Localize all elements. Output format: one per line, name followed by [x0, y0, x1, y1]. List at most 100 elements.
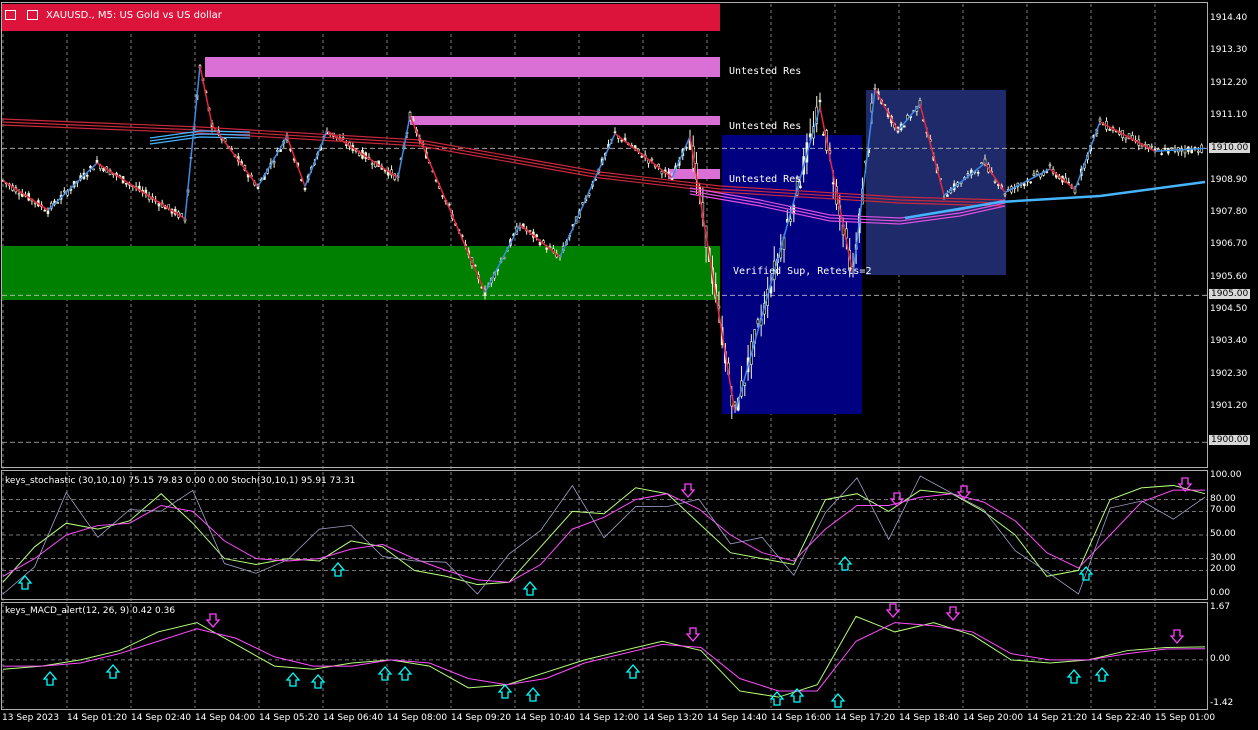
time-label: 14 Sep 12:00 [579, 713, 640, 723]
candle-body [102, 168, 105, 172]
untested-res-zone-1 [205, 57, 720, 77]
candle-body [1035, 171, 1039, 175]
price-tick: 1914.40 [1210, 13, 1248, 23]
chart-canvas[interactable] [0, 0, 1258, 730]
ma-blue-short-2 [149, 136, 251, 145]
price-tick: 1905.60 [1210, 271, 1248, 282]
candle-body [993, 180, 997, 183]
candle-body [667, 171, 670, 174]
candle-body [538, 241, 542, 246]
time-label: 14 Sep 08:00 [387, 713, 448, 723]
stoch-down-arrow [1177, 477, 1193, 492]
macd-up-arrow [310, 674, 326, 689]
time-label: 15 Sep 01:00 [1155, 713, 1216, 723]
time-label: 14 Sep 01:20 [67, 713, 128, 723]
untested-res-label-2: Untested Res [729, 121, 802, 132]
time-label: 14 Sep 13:20 [643, 713, 704, 723]
candle-body [902, 125, 906, 128]
untested-res-label-3: Untested Res [729, 174, 802, 185]
candle-body [1022, 183, 1026, 187]
macd-up-arrow [769, 691, 785, 706]
zigzag-down-leg [2, 180, 49, 211]
candle-body [831, 182, 835, 185]
stoch-tick: 100.00 [1210, 470, 1242, 480]
stoch-signal-line [2, 489, 1205, 583]
macd-down-arrow [945, 606, 961, 621]
chart-window-icon [5, 10, 16, 20]
time-label: 14 Sep 05:20 [259, 713, 320, 723]
zigzag-up-leg [1074, 121, 1101, 190]
candle-body [33, 202, 37, 205]
candle-body [640, 156, 644, 158]
stoch-up-arrow [330, 562, 346, 577]
stoch-tick: 0.00 [1210, 588, 1231, 598]
macd-up-arrow [285, 672, 301, 687]
time-label: 14 Sep 20:00 [963, 713, 1024, 723]
macd-up-arrow [497, 684, 513, 699]
candle-body [789, 218, 792, 222]
candle-body [946, 194, 949, 197]
verified-sup-zone [2, 246, 720, 300]
stoch-up-arrow [522, 581, 538, 596]
current-price-tag: 1910.00 [1209, 143, 1251, 153]
macd-tick: -1.42 [1210, 698, 1234, 708]
candle-body [756, 319, 760, 325]
candle-body [1108, 129, 1112, 131]
candle-body [125, 182, 128, 185]
price-tick: 1906.70 [1210, 239, 1248, 250]
stoch-up-arrow [17, 575, 33, 590]
price-tick: 1904.50 [1210, 304, 1248, 314]
level-1900-tag: 1900.00 [1209, 435, 1251, 445]
stoch-tick: 20.00 [1210, 564, 1236, 575]
untested-res-label-1: Untested Res [729, 66, 802, 77]
time-label: 14 Sep 17:20 [835, 713, 896, 723]
macd-signal-line [3, 622, 1206, 692]
macd-up-arrow [625, 664, 641, 679]
zigzag-down-leg [96, 162, 186, 220]
candle-body [1029, 181, 1033, 184]
candle-body [818, 99, 822, 103]
time-label: 14 Sep 09:20 [451, 713, 512, 723]
macd-tick: 0.00 [1210, 653, 1231, 664]
time-label: 14 Sep 10:40 [515, 713, 576, 723]
candle-body [980, 162, 983, 165]
candle-body [1157, 148, 1160, 151]
blue-box-2 [866, 90, 1006, 275]
zigzag-up-leg [559, 133, 616, 258]
candle-body [799, 185, 802, 189]
candle-body [1170, 147, 1173, 149]
candle-body [272, 161, 276, 164]
macd-down-arrow [685, 627, 701, 642]
candle-body [873, 87, 877, 90]
candle-body [17, 193, 21, 196]
macd-up-arrow [105, 664, 121, 679]
macd-down-arrow [1169, 629, 1185, 644]
candle-body [92, 168, 96, 171]
candle-body [660, 170, 664, 175]
time-label: 14 Sep 06:40 [323, 713, 384, 723]
candle-body [1124, 137, 1128, 140]
candle-body [613, 131, 617, 134]
candle-body [1197, 150, 1200, 153]
macd-tick: 1.67 [1210, 602, 1231, 612]
candle-body [370, 163, 374, 165]
candle-body [808, 133, 812, 138]
verified-sup-label: Verified Sup, Retests=2 [733, 266, 872, 277]
candle-body [85, 174, 89, 177]
macd-up-arrow [525, 687, 541, 702]
untested-res-zone-2 [410, 116, 720, 125]
time-label: 14 Sep 22:40 [1091, 713, 1152, 723]
stoch-tick: 30.00 [1210, 552, 1236, 563]
macd-up-arrow [397, 666, 413, 681]
time-label: 14 Sep 18:40 [899, 713, 960, 723]
candle-body [95, 160, 99, 164]
candle-body [1098, 118, 1102, 122]
macd-down-arrow [885, 603, 901, 618]
candle-body [157, 203, 161, 207]
candle-body [650, 158, 654, 161]
macd-up-arrow [830, 693, 846, 708]
candle-body [303, 187, 307, 191]
chart-title: XAUUSD., M5: US Gold vs US dollar [46, 10, 222, 21]
price-tick: 1902.30 [1210, 368, 1248, 379]
candle-body [535, 234, 538, 238]
